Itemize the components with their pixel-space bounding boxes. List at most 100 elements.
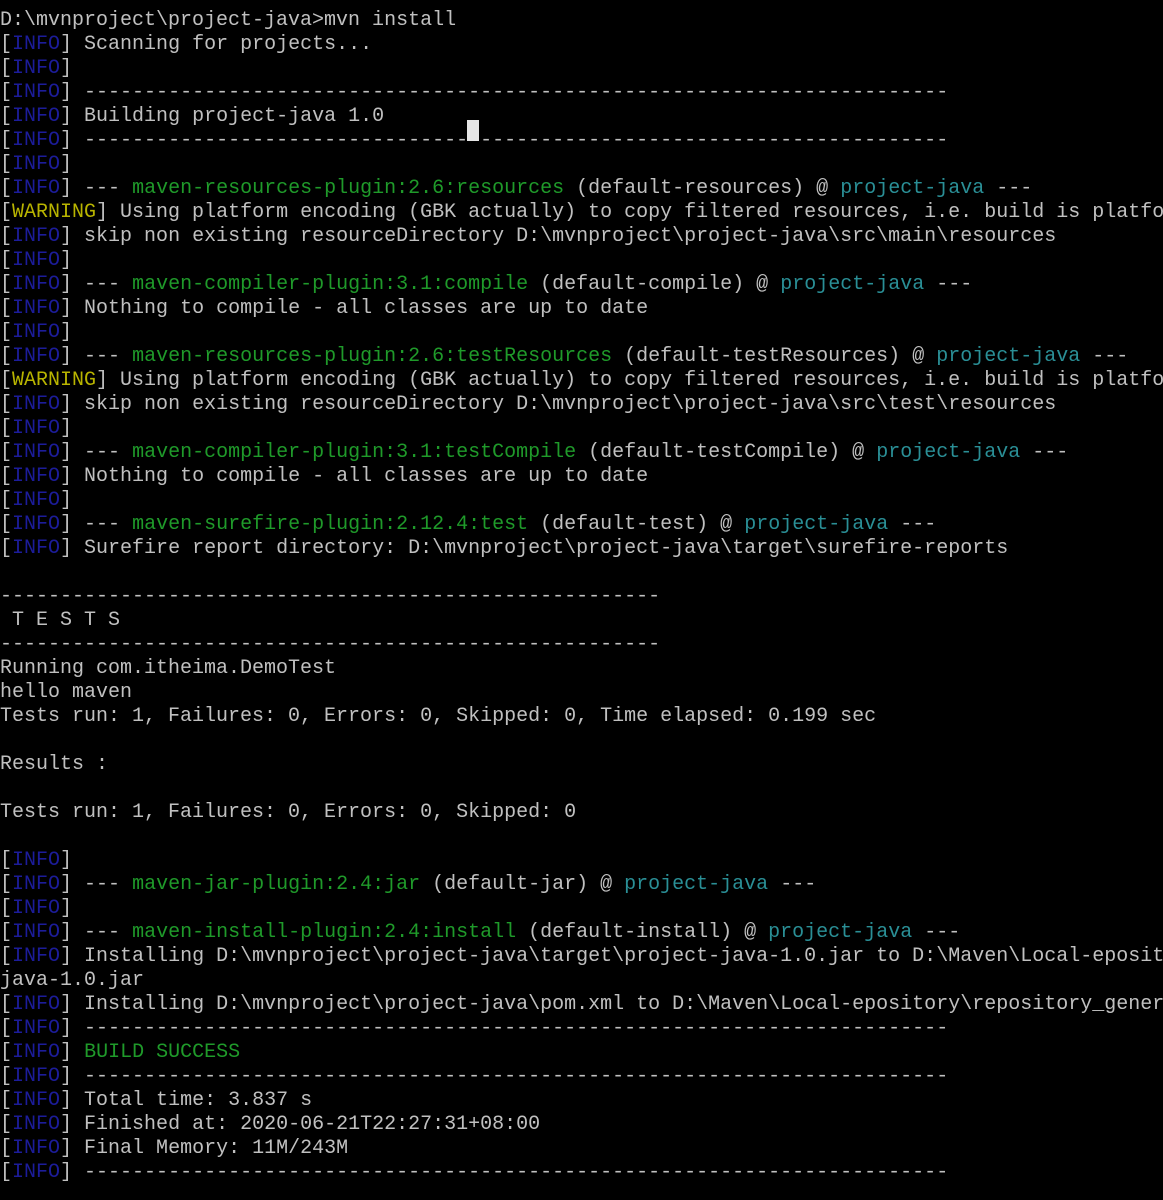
log-level-info: [INFO] [0, 945, 73, 968]
log-level-info: [INFO] [0, 249, 73, 272]
console-line: [INFO] --- maven-jar-plugin:2.4:jar (def… [0, 873, 1163, 897]
console-text: --- [72, 345, 133, 368]
log-level-info: [INFO] [0, 489, 73, 512]
highlight-text: maven-compiler-plugin:3.1:testCompile [132, 441, 577, 464]
console-text: (default-testCompile) @ [576, 441, 877, 464]
highlight-text: maven-resources-plugin:2.6:resources [132, 177, 565, 200]
console-text: java-1.0.jar [0, 969, 145, 992]
console-line: T E S T S [0, 609, 1163, 633]
console-text: Tests run: 1, Failures: 0, Errors: 0, Sk… [0, 801, 577, 824]
log-level-info: [INFO] [0, 57, 73, 80]
console-line: [INFO] ---------------------------------… [0, 81, 1163, 105]
console-text: Finished at: 2020-06-21T22:27:31+08:00 [72, 1113, 541, 1136]
console-line: Running com.itheima.DemoTest [0, 657, 1163, 681]
log-level-info: [INFO] [0, 1161, 73, 1184]
console-text: ----------------------------------------… [72, 129, 949, 152]
log-level-info: [INFO] [0, 81, 73, 104]
project-name: project-java [744, 513, 889, 536]
log-level-info: [INFO] [0, 273, 73, 296]
terminal-output[interactable]: D:\mvnproject\project-java>mvn install [I… [0, 9, 1163, 1200]
console-line: [INFO] [0, 849, 1163, 873]
console-line: ----------------------------------------… [0, 633, 1163, 657]
console-line: [INFO] --- maven-resources-plugin:2.6:te… [0, 345, 1163, 369]
console-text: --- [924, 273, 973, 296]
console-line: [INFO] [0, 321, 1163, 345]
highlight-text: maven-resources-plugin:2.6:testResources [132, 345, 613, 368]
highlight-text: BUILD SUCCESS [84, 1041, 241, 1064]
console-line: [INFO] --- maven-resources-plugin:2.6:re… [0, 177, 1163, 201]
log-level-info: [INFO] [0, 1113, 73, 1136]
console-line: [INFO] Surefire report directory: D:\mvn… [0, 537, 1163, 561]
console-text: ----------------------------------------… [72, 1161, 949, 1184]
project-name: project-java [624, 873, 769, 896]
console-line: Results : [0, 753, 1163, 777]
log-level-info: [INFO] [0, 537, 73, 560]
console-text: Results : [0, 753, 109, 776]
log-level-info: [INFO] [0, 1089, 73, 1112]
console-line: [INFO] --- maven-compiler-plugin:3.1:com… [0, 273, 1163, 297]
project-name: project-java [768, 921, 913, 944]
console-text: hello maven [0, 681, 133, 704]
console-text: --- [72, 513, 133, 536]
log-level-info: [INFO] [0, 33, 73, 56]
console-text: Scanning for projects... [72, 33, 373, 56]
console-text: --- [72, 273, 133, 296]
log-level-info: [INFO] [0, 297, 73, 320]
console-line: [INFO] Total time: 3.837 s [0, 1089, 1163, 1113]
console-line: Tests run: 1, Failures: 0, Errors: 0, Sk… [0, 801, 1163, 825]
project-name: project-java [876, 441, 1021, 464]
console-text: --- [888, 513, 937, 536]
log-level-info: [INFO] [0, 153, 73, 176]
console-text: ----------------------------------------… [72, 1017, 949, 1040]
console-text: --- [72, 177, 133, 200]
console-line: [INFO] [0, 417, 1163, 441]
log-level-info: [INFO] [0, 105, 73, 128]
console-line: [INFO] ---------------------------------… [0, 1017, 1163, 1041]
console-text: ----------------------------------------… [72, 1065, 949, 1088]
console-line: [INFO] Scanning for projects... [0, 33, 1163, 57]
console-text: (default-compile) @ [528, 273, 781, 296]
highlight-text: maven-jar-plugin:2.4:jar [132, 873, 421, 896]
console-text: --- [72, 873, 133, 896]
console-text: T E S T S [0, 609, 121, 632]
console-line: [INFO] [0, 249, 1163, 273]
console-text: Using platform encoding (GBK actually) t… [108, 201, 1163, 224]
console-line: [INFO] Final Memory: 11M/243M [0, 1137, 1163, 1161]
console-text: Tests run: 1, Failures: 0, Errors: 0, Sk… [0, 705, 877, 728]
console-line: java-1.0.jar [0, 969, 1163, 993]
console-line: Tests run: 1, Failures: 0, Errors: 0, Sk… [0, 705, 1163, 729]
console-line: hello maven [0, 681, 1163, 705]
log-level-warning: [WARNING] [0, 369, 109, 392]
text-cursor [467, 120, 479, 141]
console-text: (default-jar) @ [420, 873, 625, 896]
console-line: [INFO] ---------------------------------… [0, 1065, 1163, 1089]
log-level-info: [INFO] [0, 513, 73, 536]
console-line: [INFO] skip non existing resourceDirecto… [0, 225, 1163, 249]
log-level-info: [INFO] [0, 345, 73, 368]
console-text: Final Memory: 11M/243M [72, 1137, 349, 1160]
console-line: [WARNING] Using platform encoding (GBK a… [0, 201, 1163, 225]
console-text: Nothing to compile - all classes are up … [72, 297, 649, 320]
console-line: ----------------------------------------… [0, 585, 1163, 609]
console-text: ----------------------------------------… [0, 585, 661, 608]
console-text: Total time: 3.837 s [72, 1089, 313, 1112]
log-level-info: [INFO] [0, 849, 73, 872]
log-level-info: [INFO] [0, 417, 73, 440]
log-level-info: [INFO] [0, 225, 73, 248]
log-level-info: [INFO] [0, 177, 73, 200]
console-text: ----------------------------------------… [0, 633, 661, 656]
console-line: [INFO] [0, 897, 1163, 921]
log-level-info: [INFO] [0, 1137, 73, 1160]
project-name: project-java [780, 273, 925, 296]
console-line: [INFO] Nothing to compile - all classes … [0, 297, 1163, 321]
highlight-text: maven-install-plugin:2.4:install [132, 921, 517, 944]
console-line: [INFO] [0, 489, 1163, 513]
console-line: [INFO] Finished at: 2020-06-21T22:27:31+… [0, 1113, 1163, 1137]
log-level-info: [INFO] [0, 1065, 73, 1088]
log-level-warning: [WARNING] [0, 201, 109, 224]
console-text: --- [1080, 345, 1129, 368]
console-text: --- [72, 441, 133, 464]
console-text: Installing D:\mvnproject\project-java\po… [72, 993, 1163, 1016]
